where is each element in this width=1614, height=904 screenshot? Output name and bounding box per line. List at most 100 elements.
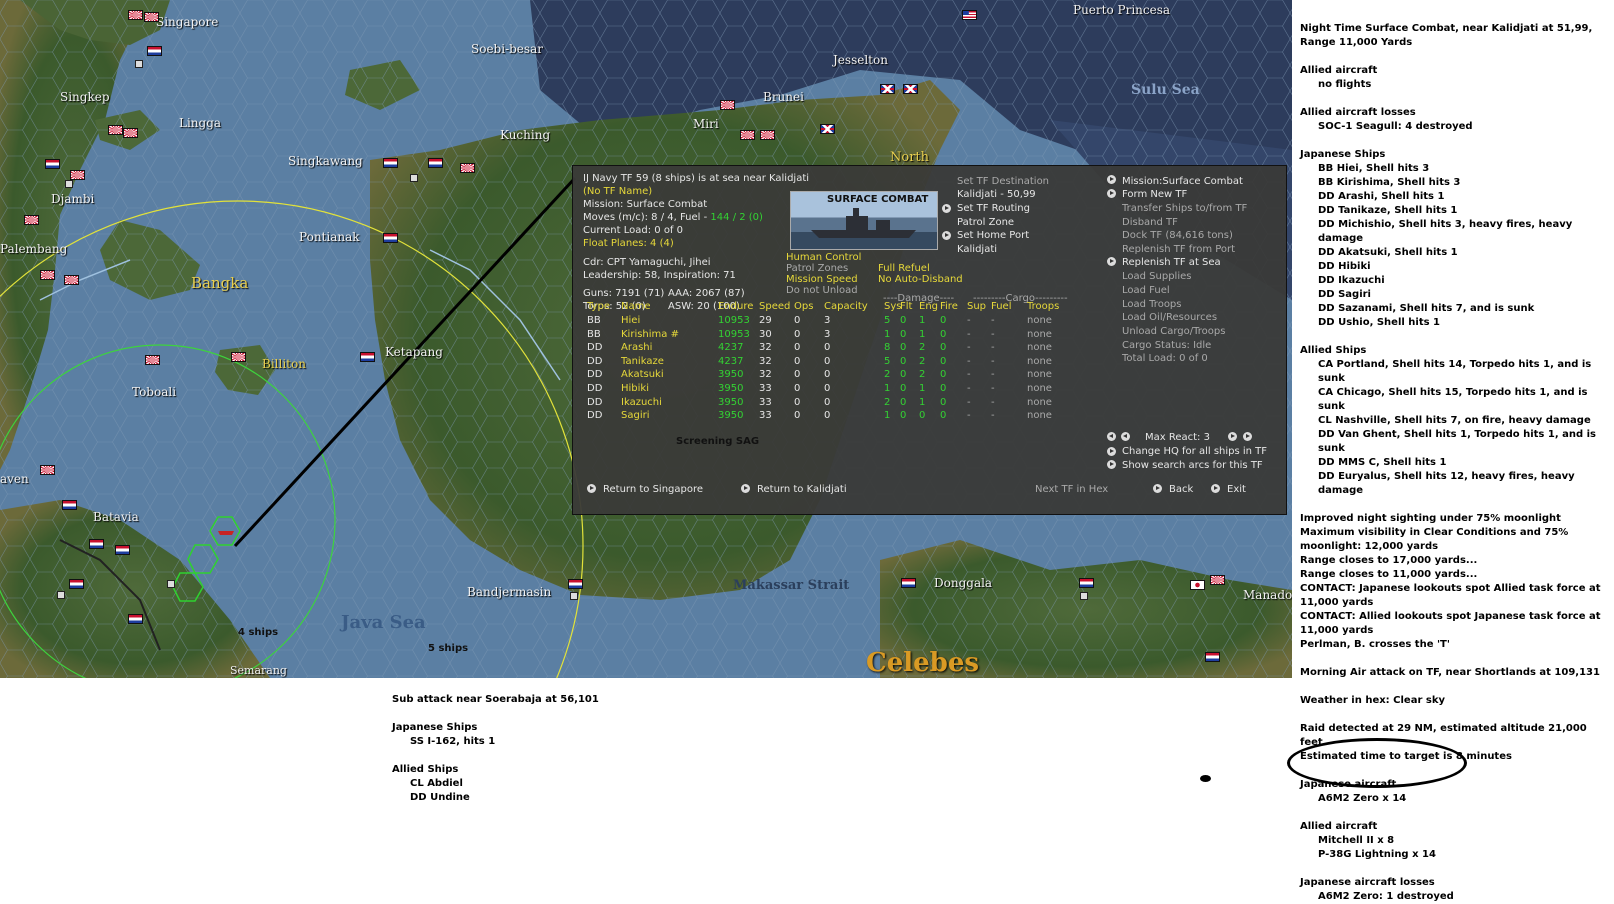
ship-row[interactable]: DD Akatsuki 3950 32 0 0 2 0 2 0- - none (587, 369, 1087, 383)
ship-row[interactable]: DD Ikazuchi 3950 33 0 0 2 0 1 0- - none (587, 397, 1087, 411)
cell-name[interactable]: Sagiri (621, 410, 650, 421)
flag-rising-sun[interactable] (64, 275, 79, 285)
flag-dutch[interactable] (147, 46, 162, 56)
ship-row[interactable]: BB Kirishima #10953 30 0 3 1 0 1 0- - none (587, 329, 1087, 343)
flag-dutch[interactable] (1079, 578, 1094, 588)
ship-row[interactable]: DD Arashi 4237 32 0 0 8 0 2 0- - none (587, 342, 1087, 356)
flag-dutch[interactable] (901, 578, 916, 588)
col-header-name[interactable]: Name (621, 301, 651, 312)
flag-rising-sun[interactable] (144, 12, 159, 22)
cell-name[interactable]: Arashi (621, 342, 652, 353)
form-tf-arrow-icon[interactable] (1107, 189, 1116, 198)
tf-commander[interactable]: Cdr: CPT Yamaguchi, Jihei (583, 257, 711, 268)
flag-rising-sun[interactable] (231, 352, 246, 362)
return-singapore-arrow-icon[interactable] (587, 484, 596, 493)
cell-name[interactable]: Hiei (621, 315, 640, 326)
cmd-load-oil[interactable]: Load Oil/Resources (1122, 312, 1217, 323)
base-marker[interactable] (1080, 592, 1088, 600)
set-home-port[interactable]: Set Home Port (957, 230, 1029, 241)
col-header-endure[interactable]: Endure (718, 301, 753, 312)
cmd-disband-tf[interactable]: Disband TF (1122, 217, 1178, 228)
flag-dutch[interactable] (568, 579, 583, 589)
flag-rising-sun[interactable] (128, 10, 143, 20)
col-header-eng[interactable]: Eng (919, 301, 938, 312)
flag-uk[interactable] (880, 84, 895, 94)
status-mission-speed[interactable]: Mission Speed (786, 274, 858, 285)
base-marker[interactable] (410, 174, 418, 182)
base-marker[interactable] (65, 180, 73, 188)
flag-rising-sun[interactable] (123, 128, 138, 138)
flag-dutch[interactable] (128, 614, 143, 624)
flag-dutch[interactable] (428, 158, 443, 168)
cell-name[interactable]: Hibiki (621, 383, 649, 394)
flag-rising-sun[interactable] (460, 163, 475, 173)
set-tf-routing[interactable]: Set TF Routing (957, 203, 1030, 214)
col-header-capacity[interactable]: Capacity (824, 301, 868, 312)
change-hq-arrow-icon[interactable] (1107, 447, 1116, 456)
col-header-fuel[interactable]: Fuel (991, 301, 1011, 312)
flag-us[interactable] (962, 10, 977, 20)
status-patrol-zones[interactable]: Patrol Zones (786, 263, 848, 274)
cmd-load-fuel[interactable]: Load Fuel (1122, 285, 1170, 296)
ship-row[interactable]: DD Sagiri 3950 33 0 0 1 0 0 0- - none (587, 410, 1087, 424)
max-react-right-icon[interactable] (1243, 432, 1252, 441)
col-header-flt[interactable]: Flt (900, 301, 912, 312)
status-do-not-unload[interactable]: Do not Unload (786, 285, 858, 296)
cell-name[interactable]: Tanikaze (621, 356, 664, 367)
flag-rising-sun[interactable] (108, 125, 123, 135)
flag-rising-sun[interactable] (1210, 575, 1225, 585)
flag-dutch[interactable] (69, 579, 84, 589)
cmd-replenish-sea[interactable]: Replenish TF at Sea (1122, 257, 1221, 268)
status-human-control[interactable]: Human Control (786, 252, 861, 263)
flag-rising-sun[interactable] (40, 270, 55, 280)
flag-rising-sun[interactable] (145, 355, 160, 365)
mission-arrow-icon[interactable] (1107, 175, 1116, 184)
flag-uk[interactable] (820, 124, 835, 134)
base-marker[interactable] (167, 580, 175, 588)
return-kalidjati-button[interactable]: Return to Kalidjati (757, 484, 847, 495)
col-header-speed[interactable]: Speed (759, 301, 790, 312)
col-header-sys[interactable]: Sys (884, 301, 901, 312)
flag-dutch[interactable] (115, 545, 130, 555)
max-react-inc-icon[interactable] (1228, 432, 1237, 441)
col-header-sup[interactable]: Sup (967, 301, 986, 312)
cell-name[interactable]: Kirishima # (621, 329, 679, 340)
exit-arrow-icon[interactable] (1211, 484, 1220, 493)
col-header-type[interactable]: Type (587, 301, 610, 312)
cmd-dock-tf[interactable]: Dock TF (84,616 tons) (1122, 230, 1233, 241)
flag-japan[interactable] (1190, 580, 1205, 590)
base-marker[interactable] (570, 592, 578, 600)
col-header-troops[interactable]: Troops (1027, 301, 1059, 312)
replenish-sea-arrow-icon[interactable] (1107, 257, 1116, 266)
flag-dutch[interactable] (89, 539, 104, 549)
cell-name[interactable]: Akatsuki (621, 369, 664, 380)
ship-row[interactable]: BB Hiei 10953 29 0 3 5 0 1 0- - none (587, 315, 1087, 329)
home-port-arrow-icon[interactable] (942, 231, 951, 240)
patrol-zone[interactable]: Patrol Zone (957, 217, 1014, 228)
base-marker[interactable] (135, 60, 143, 68)
flag-rising-sun[interactable] (24, 215, 39, 225)
ship-row[interactable]: DD Tanikaze 4237 32 0 0 5 0 2 0- - none (587, 356, 1087, 370)
flag-rising-sun[interactable] (720, 100, 735, 110)
status-full-refuel[interactable]: Full Refuel (878, 263, 930, 274)
flag-uk[interactable] (903, 84, 918, 94)
col-header-fire[interactable]: Fire (940, 301, 958, 312)
exit-button[interactable]: Exit (1227, 484, 1246, 495)
max-react-left-icon[interactable] (1107, 432, 1116, 441)
cmd-form-new-tf[interactable]: Form New TF (1122, 189, 1187, 200)
flag-rising-sun[interactable] (70, 170, 85, 180)
flag-dutch[interactable] (383, 233, 398, 243)
flag-dutch[interactable] (1205, 652, 1220, 662)
flag-rising-sun[interactable] (40, 465, 55, 475)
return-singapore-button[interactable]: Return to Singapore (603, 484, 703, 495)
cmd-load-troops[interactable]: Load Troops (1122, 299, 1182, 310)
cmd-replenish-port[interactable]: Replenish TF from Port (1122, 244, 1235, 255)
cmd-unload-cargo[interactable]: Unload Cargo/Troops (1122, 326, 1225, 337)
set-tf-destination[interactable]: Set TF Destination (957, 176, 1049, 187)
ship-icon[interactable] (218, 531, 234, 535)
cmd-load-supplies[interactable]: Load Supplies (1122, 271, 1191, 282)
cell-name[interactable]: Ikazuchi (621, 397, 662, 408)
cmd-transfer-ships[interactable]: Transfer Ships to/from TF (1122, 203, 1247, 214)
next-tf-button[interactable]: Next TF in Hex (1035, 484, 1108, 495)
base-marker[interactable] (57, 591, 65, 599)
